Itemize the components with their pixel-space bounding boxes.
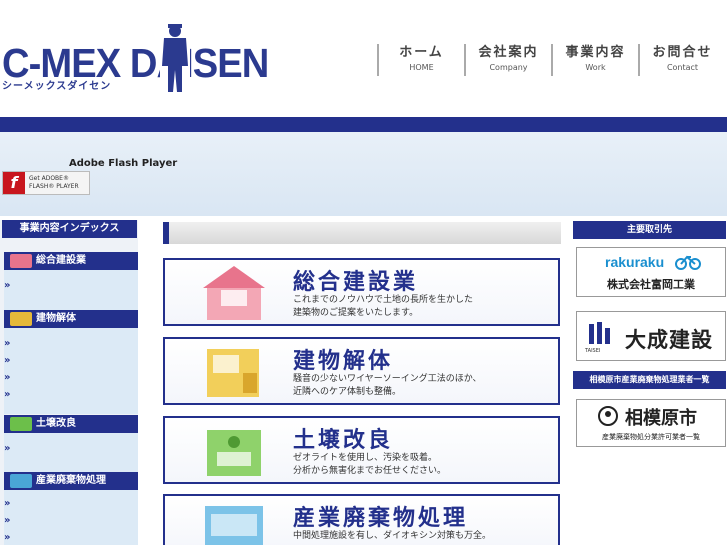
sidebar-item-waste-disposal[interactable]: 産業廃棄物処理 bbox=[4, 472, 138, 490]
waste-icon bbox=[10, 474, 32, 488]
partner-banner-tomioka[interactable]: rakuraku 株式会社富岡工業 bbox=[576, 247, 726, 297]
flash-icon: f bbox=[3, 172, 25, 194]
main-heading-bar bbox=[163, 222, 561, 244]
sidebar-link-arrow[interactable]: » bbox=[4, 532, 10, 543]
sidebar-item-label: 建物解体 bbox=[36, 313, 76, 324]
sidebar-item-soil-improvement[interactable]: 土壌改良 bbox=[4, 415, 138, 433]
service-card-soil-improvement[interactable]: 土壌改良 ゼオライトを使用し、汚染を吸着。 分析から無害化までお任せください。 bbox=[163, 416, 560, 484]
nav-sublabel: Contact bbox=[666, 63, 699, 72]
sidebar-item-general-construction[interactable]: 総合建設業 bbox=[4, 252, 138, 270]
sidebar-item-label: 産業廃棄物処理 bbox=[36, 475, 106, 486]
soil-box-icon bbox=[207, 430, 261, 476]
partner-name: 大成建設 bbox=[625, 328, 713, 352]
flash-button-line2: FLASH® PLAYER bbox=[29, 183, 79, 190]
sidebar-group-area bbox=[4, 270, 138, 310]
city-name: 相模原市 bbox=[625, 408, 697, 429]
flash-button-line1: Get ADOBE® bbox=[29, 175, 69, 182]
card-description: 中間処理施設を有し、ダイオキシン対策も万全。 bbox=[293, 531, 492, 541]
sidebar-link-arrow[interactable]: » bbox=[4, 280, 10, 291]
soil-icon bbox=[10, 417, 32, 431]
sidebar-item-label: 土壌改良 bbox=[36, 418, 76, 429]
global-nav: ホーム HOME 会社案内 Company 事業内容 Work お問合せ Con… bbox=[377, 44, 725, 76]
nav-label: お問合せ bbox=[652, 45, 713, 60]
nav-work[interactable]: 事業内容 Work bbox=[551, 44, 638, 76]
sidebar-link-arrow[interactable]: » bbox=[4, 515, 10, 526]
card-description: これまでのノウハウで土地の長所を生かした 建築物のご提案をいたします。 bbox=[293, 295, 474, 318]
sidebar-link-arrow[interactable]: » bbox=[4, 443, 10, 454]
card-title: 建物解体 bbox=[293, 349, 394, 374]
site-logo[interactable]: C-MEX DAISEN シーメックスダイセン bbox=[2, 22, 269, 97]
sidebar-item-label: 総合建設業 bbox=[36, 255, 86, 266]
waste-box-icon bbox=[205, 506, 263, 545]
sagamihara-banner[interactable]: 相模原市 産業廃棄物処分業許可業者一覧 bbox=[576, 399, 726, 447]
flash-banner bbox=[0, 132, 727, 216]
card-title: 土壌改良 bbox=[293, 428, 394, 453]
sidebar-link-arrow[interactable]: » bbox=[4, 372, 10, 383]
sidebar-link-arrow[interactable]: » bbox=[4, 355, 10, 366]
nav-label: 事業内容 bbox=[565, 45, 626, 60]
demolition-box-icon bbox=[207, 349, 259, 397]
get-flash-button[interactable]: f Get ADOBE® FLASH® PLAYER bbox=[2, 171, 90, 195]
sidebar-group-area bbox=[4, 490, 138, 545]
card-description: 騒音の少ないワイヤーソーイング工法のほか、 近隣へのケア体制も整備。 bbox=[293, 374, 482, 397]
sidebar-link-arrow[interactable]: » bbox=[4, 389, 10, 400]
service-card-waste-disposal[interactable]: 産業廃棄物処理 中間処理施設を有し、ダイオキシン対策も万全。 bbox=[163, 494, 560, 545]
page: C-MEX DAISEN シーメックスダイセン ホーム HOME 会社案内 Co… bbox=[0, 0, 727, 545]
flash-button-label: Get ADOBE® FLASH® PLAYER bbox=[29, 175, 79, 191]
taisei-logo-icon bbox=[589, 322, 610, 344]
service-card-demolition[interactable]: 建物解体 騒音の少ないワイヤーソーイング工法のほか、 近隣へのケア体制も整備。 bbox=[163, 337, 560, 405]
sidebar-item-demolition[interactable]: 建物解体 bbox=[4, 310, 138, 328]
worker-silhouette-icon bbox=[160, 22, 190, 92]
sidebar-link-arrow[interactable]: » bbox=[4, 338, 10, 349]
service-card-general-construction[interactable]: 総合建設業 これまでのノウハウで土地の長所を生かした 建築物のご提案をいたします… bbox=[163, 258, 560, 326]
logo-subtitle: シーメックスダイセン bbox=[2, 81, 112, 92]
bicycle-icon bbox=[675, 255, 701, 270]
nav-sublabel: Work bbox=[585, 63, 606, 72]
nav-label: 会社案内 bbox=[478, 45, 539, 60]
card-description: ゼオライトを使用し、汚染を吸着。 分析から無害化までお任せください。 bbox=[293, 453, 447, 476]
card-title: 総合建設業 bbox=[293, 270, 419, 295]
sidebar-group-area bbox=[4, 328, 138, 414]
card-title: 産業廃棄物処理 bbox=[293, 506, 469, 531]
city-subtitle: 産業廃棄物処分業許可業者一覧 bbox=[602, 433, 700, 441]
nav-home[interactable]: ホーム HOME bbox=[377, 44, 464, 76]
nav-sublabel: Company bbox=[489, 63, 528, 72]
partner-brand-small: TAISEI bbox=[585, 348, 601, 354]
partner-name: 株式会社富岡工業 bbox=[607, 278, 695, 291]
sidebar-heading: 事業内容インデックス bbox=[2, 220, 137, 238]
partners-heading: 主要取引先 bbox=[573, 221, 726, 239]
sidebar-group-area bbox=[4, 433, 138, 473]
header-band bbox=[0, 117, 727, 132]
nav-sublabel: HOME bbox=[409, 63, 434, 72]
house-box-icon bbox=[203, 266, 265, 320]
nav-company[interactable]: 会社案内 Company bbox=[464, 44, 551, 76]
partner-banner-taisei[interactable]: TAISEI 大成建設 bbox=[576, 311, 726, 361]
city-emblem-icon bbox=[598, 406, 618, 426]
waste-vendors-heading: 相模原市産業廃棄物処理業者一覧 bbox=[573, 371, 726, 389]
nav-label: ホーム bbox=[399, 45, 444, 60]
flash-title: Adobe Flash Player bbox=[69, 158, 178, 169]
sidebar-link-arrow[interactable]: » bbox=[4, 498, 10, 509]
partner-brand: rakuraku bbox=[605, 254, 665, 270]
demolition-icon bbox=[10, 312, 32, 326]
nav-contact[interactable]: お問合せ Contact bbox=[638, 44, 725, 76]
construction-icon bbox=[10, 254, 32, 268]
